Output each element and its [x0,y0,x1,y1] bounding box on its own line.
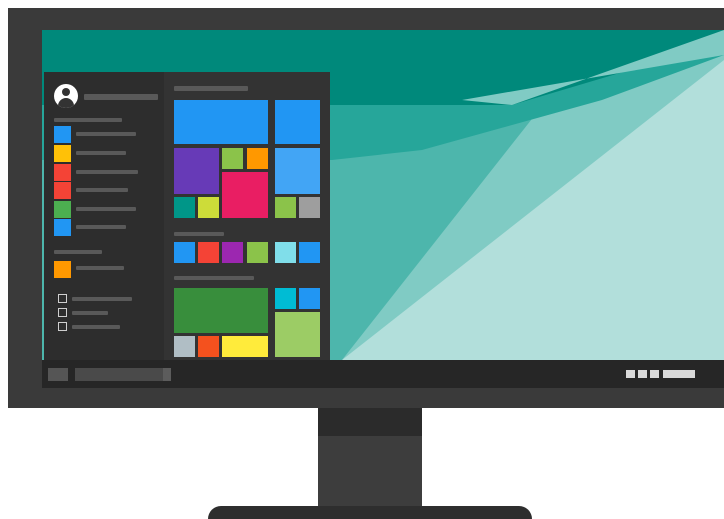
app-icon[interactable] [54,219,71,236]
checkbox-icon[interactable] [58,322,67,331]
option-label-placeholder [72,297,132,301]
app-label-placeholder [76,225,126,229]
user-avatar-icon[interactable] [54,84,78,108]
app-tile[interactable] [275,100,320,144]
app-tile[interactable] [275,288,296,309]
tile-group-header-placeholder [174,232,224,236]
start-menu [44,72,330,360]
app-icon[interactable] [54,164,71,181]
app-icon[interactable] [54,126,71,143]
app-tile[interactable] [247,242,268,263]
app-tile[interactable] [275,242,296,263]
app-tile[interactable] [198,197,219,218]
app-tile[interactable] [198,242,219,263]
section-header-placeholder [54,118,122,122]
app-label-placeholder [76,188,128,192]
tile-group-header-placeholder [174,86,248,91]
taskbar [42,360,724,388]
search-box-edge [163,368,171,381]
app-icon[interactable] [54,201,71,218]
app-tile[interactable] [299,242,320,263]
app-tile[interactable] [299,197,320,218]
tray-icon[interactable] [638,370,647,378]
app-tile[interactable] [222,336,268,357]
app-label-placeholder [76,170,138,174]
section-header-placeholder [54,250,102,254]
app-tile[interactable] [174,336,195,357]
app-icon[interactable] [54,182,71,199]
app-tile[interactable] [275,148,320,194]
tile-group-header-placeholder [174,276,254,280]
app-tile[interactable] [275,197,296,218]
app-label-placeholder [76,266,124,270]
app-tile[interactable] [299,288,320,309]
app-tile[interactable] [198,336,219,357]
option-label-placeholder [72,311,108,315]
monitor-stand-shadow [318,408,422,436]
app-label-placeholder [76,207,136,211]
search-box-icon[interactable] [75,368,171,381]
app-label-placeholder [76,132,136,136]
option-label-placeholder [72,325,120,329]
start-menu-app-list [44,72,164,360]
app-tile[interactable] [222,172,268,218]
monitor-stand-base [208,506,532,519]
clock-placeholder [663,370,695,378]
app-tile[interactable] [174,197,195,218]
app-label-placeholder [76,151,126,155]
checkbox-icon[interactable] [58,294,67,303]
start-button-icon[interactable] [48,368,68,381]
app-tile[interactable] [174,288,268,333]
app-tile[interactable] [247,148,268,169]
checkbox-icon[interactable] [58,308,67,317]
app-tile[interactable] [174,100,268,144]
app-tile[interactable] [222,242,243,263]
app-tile[interactable] [174,242,195,263]
tray-icon[interactable] [650,370,659,378]
recent-app-icon[interactable] [54,261,71,278]
app-icon[interactable] [54,145,71,162]
app-tile[interactable] [222,148,243,169]
user-name-placeholder [84,94,158,100]
app-tile[interactable] [275,312,320,357]
tray-icon[interactable] [626,370,635,378]
app-tile[interactable] [174,148,219,194]
